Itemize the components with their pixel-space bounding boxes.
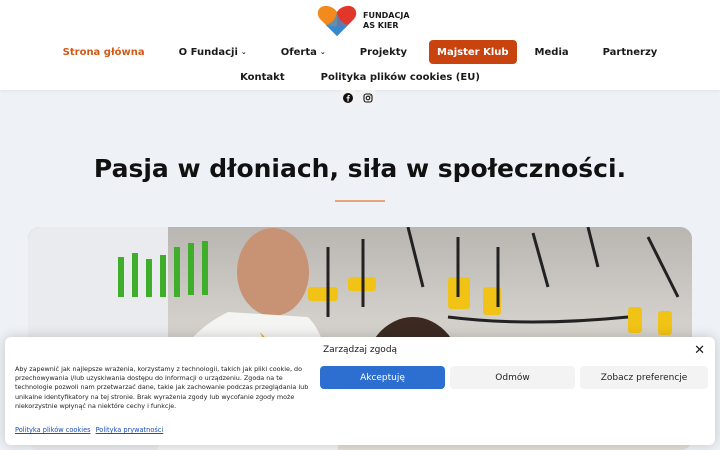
cookie-links: Polityka plików cookies Polityka prywatn… (15, 426, 163, 434)
chevron-down-icon: ⌄ (319, 48, 326, 56)
cookie-title: Zarządzaj zgodą (322, 345, 398, 355)
logo-line2: AS KIER (363, 21, 399, 30)
nav-item-offer[interactable]: Oferta ⌄ (273, 40, 334, 64)
nav-label: Strona główna (62, 46, 145, 58)
nav-item-about[interactable]: O Fundacji ⌄ (171, 40, 255, 64)
nav-label: Oferta (280, 46, 317, 58)
cookie-policy-link[interactable]: Polityka plików cookies (15, 426, 91, 434)
social-links (340, 90, 376, 106)
nav-label: Kontakt (240, 71, 285, 83)
instagram-icon[interactable] (360, 90, 376, 106)
logo-text: FUNDACJA AS KIER (363, 11, 410, 31)
heart-logo-icon (317, 5, 357, 36)
privacy-policy-link[interactable]: Polityka prywatności (96, 426, 164, 434)
hero-title: Pasja w dłoniach, siła w społeczności. (93, 154, 627, 183)
cookie-text: Aby zapewnić jak najlepsze wrażenia, kor… (15, 365, 309, 410)
nav-item-media[interactable]: Media (527, 40, 577, 64)
hero-divider (335, 200, 385, 202)
facebook-icon[interactable] (340, 90, 356, 106)
close-icon[interactable]: ✕ (694, 343, 705, 358)
deny-button[interactable]: Odmów (450, 366, 575, 389)
secondary-nav: Kontakt Polityka plików cookies (EU) (0, 66, 720, 88)
accept-button[interactable]: Akceptuję (320, 366, 445, 389)
nav-label: Majster Klub (437, 46, 509, 58)
nav-label: Polityka plików cookies (EU) (320, 71, 480, 83)
view-preferences-button[interactable]: Zobacz preferencje (580, 366, 708, 389)
nav-item-cookie-policy[interactable]: Polityka plików cookies (EU) (313, 65, 488, 89)
logo-line1: FUNDACJA (363, 11, 410, 20)
logo[interactable]: FUNDACJA AS KIER (317, 5, 410, 37)
site-header: FUNDACJA AS KIER Strona główna O Fundacj… (0, 0, 720, 90)
nav-item-majster-klub[interactable]: Majster Klub (429, 40, 517, 64)
nav-item-contact[interactable]: Kontakt (232, 65, 293, 89)
cookie-consent-dialog: Zarządzaj zgodą ✕ Aby zapewnić jak najle… (5, 337, 715, 445)
nav-item-home[interactable]: Strona główna (55, 40, 153, 64)
nav-label: Media (534, 46, 569, 58)
nav-item-projects[interactable]: Projekty (352, 40, 415, 64)
main-nav: Strona główna O Fundacji ⌄ Oferta ⌄ Projek… (0, 40, 720, 64)
nav-label: O Fundacji (178, 46, 238, 58)
nav-label: Partnerzy (602, 46, 658, 58)
chevron-down-icon: ⌄ (240, 48, 247, 56)
nav-label: Projekty (359, 46, 408, 58)
nav-item-partners[interactable]: Partnerzy (595, 40, 666, 64)
